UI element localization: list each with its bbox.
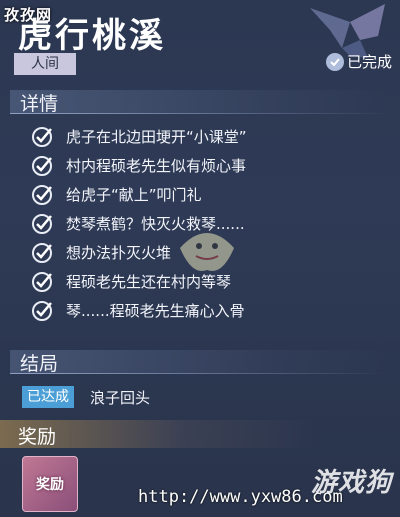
check-icon [32,271,52,292]
task-text: 村内程硕老先生似有烦心事 [66,157,247,175]
task-item: 给虎子“献上”叩门礼 [30,180,390,209]
task-text: 想办法扑灭火堆 [66,244,172,262]
watermark-logo: 游戏狗 [310,468,392,498]
check-icon [32,300,52,321]
task-text: 虎子在北边田埂开“小课堂” [66,128,247,146]
check-circle-icon [325,52,344,71]
details-header-label: 详情 [20,92,59,115]
details-header: 详情 [10,90,390,115]
task-item: 村内程硕老先生似有烦心事 [30,151,390,180]
realm-tag: 人间 [14,53,76,75]
reward-header: 奖励 [0,420,400,448]
check-icon [32,184,52,205]
reward-item[interactable]: 奖励 [22,456,78,512]
check-icon [32,155,52,176]
task-item: 虎子在北边田埂开“小课堂” [30,122,390,151]
check-icon [32,126,52,147]
check-icon [32,242,52,263]
reward-item-label: 奖励 [36,477,64,493]
task-text: 琴......程硕老先生痛心入骨 [66,302,245,320]
ghost-watermark-icon [180,233,234,272]
ending-row: 已达成 浪子回头 [22,386,150,408]
ending-header-label: 结局 [20,352,59,375]
reward-header-label: 奖励 [18,426,57,448]
quest-title: 虎行桃溪 [18,16,166,56]
task-item: 琴......程硕老先生痛心入骨 [30,296,390,325]
completed-label: 已完成 [346,53,392,71]
ending-header: 结局 [10,350,390,375]
completed-badge: 已完成 [325,51,392,72]
achieved-tag: 已达成 [22,386,74,408]
ending-value: 浪子回头 [90,388,151,407]
task-text: 给虎子“献上”叩门礼 [66,186,202,204]
check-icon [32,213,52,234]
